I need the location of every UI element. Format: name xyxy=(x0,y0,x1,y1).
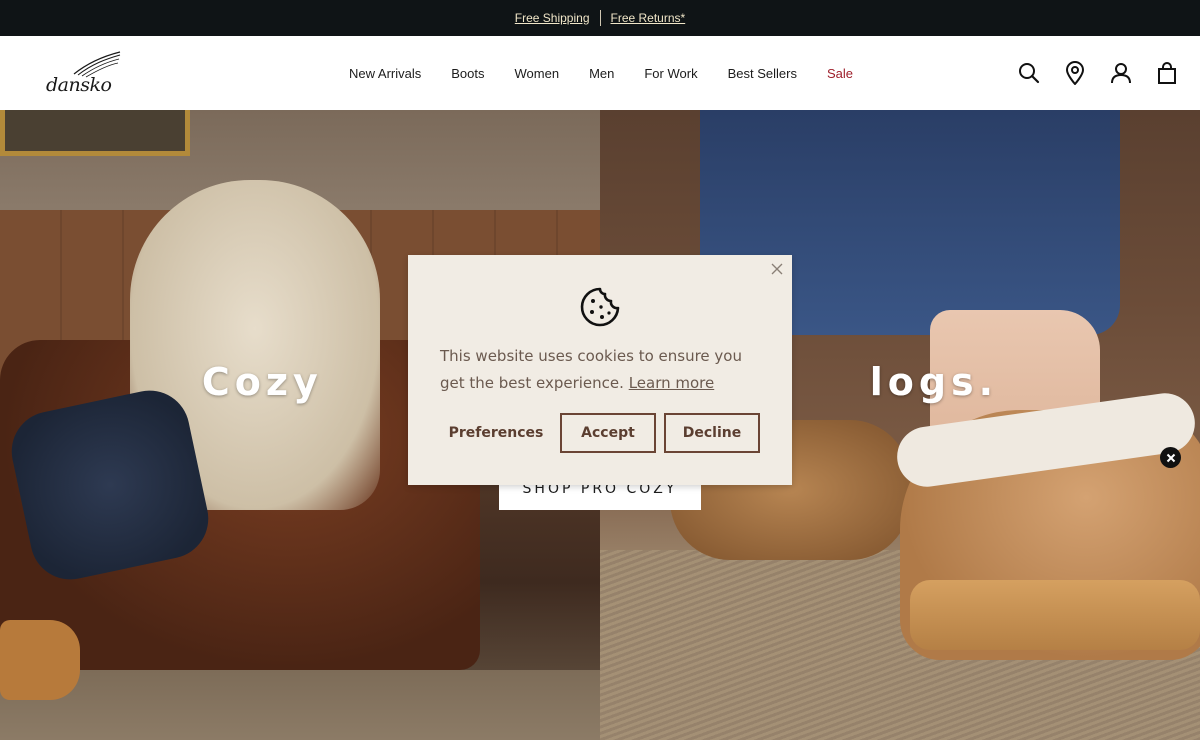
nav-for-work[interactable]: For Work xyxy=(629,66,712,81)
cart-icon[interactable] xyxy=(1156,61,1178,85)
preferences-button[interactable]: Preferences xyxy=(440,413,552,453)
cookie-buttons: Preferences Accept Decline xyxy=(440,413,760,453)
decline-button[interactable]: Decline xyxy=(664,413,760,453)
main-nav: New Arrivals Boots Women Men For Work Be… xyxy=(334,36,868,110)
logo-wordmark: dansko xyxy=(46,74,112,96)
account-icon[interactable] xyxy=(1110,61,1132,85)
free-returns-link[interactable]: Free Returns* xyxy=(601,11,696,25)
cookie-icon xyxy=(580,287,620,327)
nav-men[interactable]: Men xyxy=(574,66,629,81)
nav-boots[interactable]: Boots xyxy=(436,66,499,81)
free-shipping-link[interactable]: Free Shipping xyxy=(505,11,600,25)
nav-new-arrivals[interactable]: New Arrivals xyxy=(334,66,436,81)
picture-frame xyxy=(0,110,190,156)
close-icon[interactable] xyxy=(1160,447,1181,468)
dansko-logo[interactable]: dansko xyxy=(44,50,122,96)
header-icons xyxy=(1018,36,1178,110)
learn-more-link[interactable]: Learn more xyxy=(629,374,715,392)
location-icon[interactable] xyxy=(1064,61,1086,85)
site-header: dansko New Arrivals Boots Women Men For … xyxy=(0,36,1200,110)
cookie-message: This website uses cookies to ensure you … xyxy=(440,343,770,397)
promo-bar: Free Shipping Free Returns* xyxy=(0,0,1200,36)
nav-women[interactable]: Women xyxy=(500,66,575,81)
nav-best-sellers[interactable]: Best Sellers xyxy=(713,66,812,81)
close-icon[interactable] xyxy=(770,262,784,276)
nav-sale[interactable]: Sale xyxy=(812,66,868,81)
clog-left xyxy=(0,620,80,700)
search-icon[interactable] xyxy=(1018,61,1040,85)
cookie-consent-modal: This website uses cookies to ensure you … xyxy=(408,255,792,485)
accept-button[interactable]: Accept xyxy=(560,413,656,453)
